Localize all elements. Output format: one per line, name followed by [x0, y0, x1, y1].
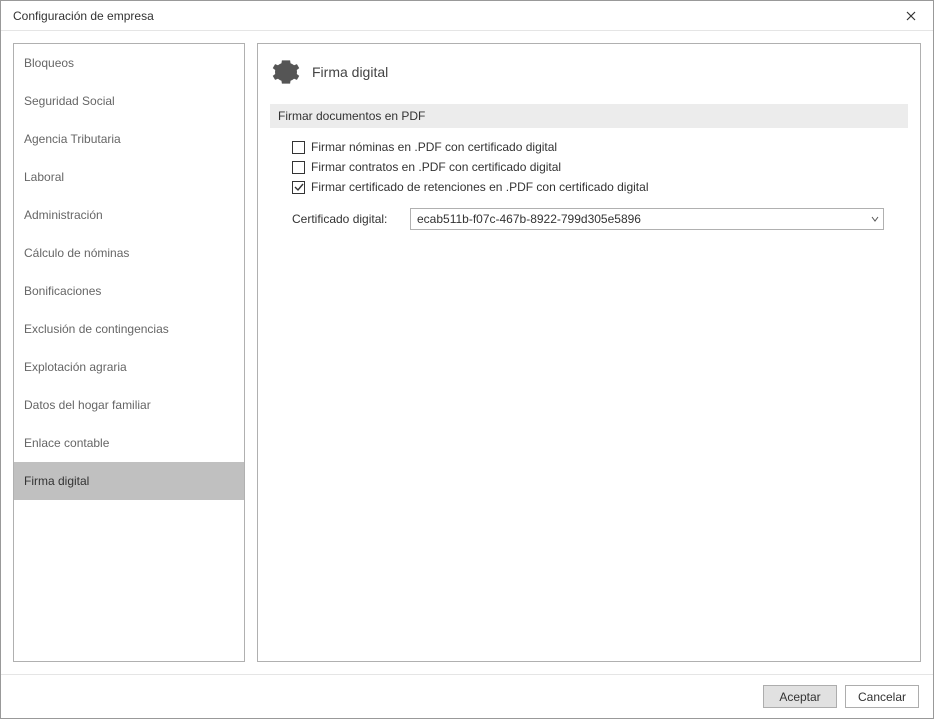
checkbox-label: Firmar nóminas en .PDF con certificado d… [311, 140, 557, 154]
sidebar-item-label: Laboral [24, 170, 64, 184]
form-area: Firmar nóminas en .PDF con certificado d… [270, 140, 908, 230]
sidebar-item-label: Exclusión de contingencias [24, 322, 169, 336]
certificate-label: Certificado digital: [292, 212, 400, 226]
sidebar-item-label: Administración [24, 208, 103, 222]
checkbox-label: Firmar contratos en .PDF con certificado… [311, 160, 561, 174]
checkbox-row-retenciones: Firmar certificado de retenciones en .PD… [292, 180, 908, 194]
sidebar-item-label: Enlace contable [24, 436, 109, 450]
check-icon [294, 182, 304, 192]
footer: Aceptar Cancelar [1, 674, 933, 718]
button-label: Cancelar [858, 690, 906, 704]
section-header: Firmar documentos en PDF [270, 104, 908, 128]
close-icon [906, 11, 916, 21]
sidebar-item-seguridad-social[interactable]: Seguridad Social [14, 82, 244, 120]
sidebar-item-label: Cálculo de nóminas [24, 246, 129, 260]
button-label: Aceptar [779, 690, 820, 704]
accept-button[interactable]: Aceptar [763, 685, 837, 708]
titlebar: Configuración de empresa [1, 1, 933, 31]
panel-title: Firma digital [312, 64, 388, 80]
sidebar-item-agencia-tributaria[interactable]: Agencia Tributaria [14, 120, 244, 158]
panel-header: Firma digital [270, 58, 908, 86]
sidebar-item-enlace-contable[interactable]: Enlace contable [14, 424, 244, 462]
certificate-dropdown[interactable]: ecab511b-f07c-467b-8922-799d305e5896 [410, 208, 884, 230]
sidebar-item-label: Bonificaciones [24, 284, 101, 298]
main-panel: Firma digital Firmar documentos en PDF F… [257, 43, 921, 662]
window-title: Configuración de empresa [13, 9, 888, 23]
checkbox-nominas[interactable] [292, 141, 305, 154]
sidebar-item-explotacion-agraria[interactable]: Explotación agraria [14, 348, 244, 386]
sidebar-item-bloqueos[interactable]: Bloqueos [14, 44, 244, 82]
checkbox-retenciones[interactable] [292, 181, 305, 194]
checkbox-row-contratos: Firmar contratos en .PDF con certificado… [292, 160, 908, 174]
sidebar-item-administracion[interactable]: Administración [14, 196, 244, 234]
sidebar-item-label: Seguridad Social [24, 94, 115, 108]
sidebar-item-label: Bloqueos [24, 56, 74, 70]
chevron-down-icon [867, 215, 883, 223]
cancel-button[interactable]: Cancelar [845, 685, 919, 708]
close-button[interactable] [888, 1, 933, 31]
certificate-value: ecab511b-f07c-467b-8922-799d305e5896 [411, 212, 867, 226]
sidebar-item-label: Datos del hogar familiar [24, 398, 151, 412]
certificate-row: Certificado digital: ecab511b-f07c-467b-… [292, 208, 908, 230]
sidebar-item-laboral[interactable]: Laboral [14, 158, 244, 196]
content-area: Bloqueos Seguridad Social Agencia Tribut… [1, 31, 933, 674]
sidebar-item-datos-hogar[interactable]: Datos del hogar familiar [14, 386, 244, 424]
checkbox-row-nominas: Firmar nóminas en .PDF con certificado d… [292, 140, 908, 154]
sidebar-item-exclusion-contingencias[interactable]: Exclusión de contingencias [14, 310, 244, 348]
sidebar-item-label: Explotación agraria [24, 360, 127, 374]
checkbox-contratos[interactable] [292, 161, 305, 174]
sidebar-item-label: Agencia Tributaria [24, 132, 121, 146]
sidebar-item-bonificaciones[interactable]: Bonificaciones [14, 272, 244, 310]
sidebar-item-label: Firma digital [24, 474, 89, 488]
sidebar-item-calculo-nominas[interactable]: Cálculo de nóminas [14, 234, 244, 272]
sidebar: Bloqueos Seguridad Social Agencia Tribut… [13, 43, 245, 662]
checkbox-label: Firmar certificado de retenciones en .PD… [311, 180, 648, 194]
sidebar-item-firma-digital[interactable]: Firma digital [14, 462, 244, 500]
gear-icon [272, 58, 300, 86]
